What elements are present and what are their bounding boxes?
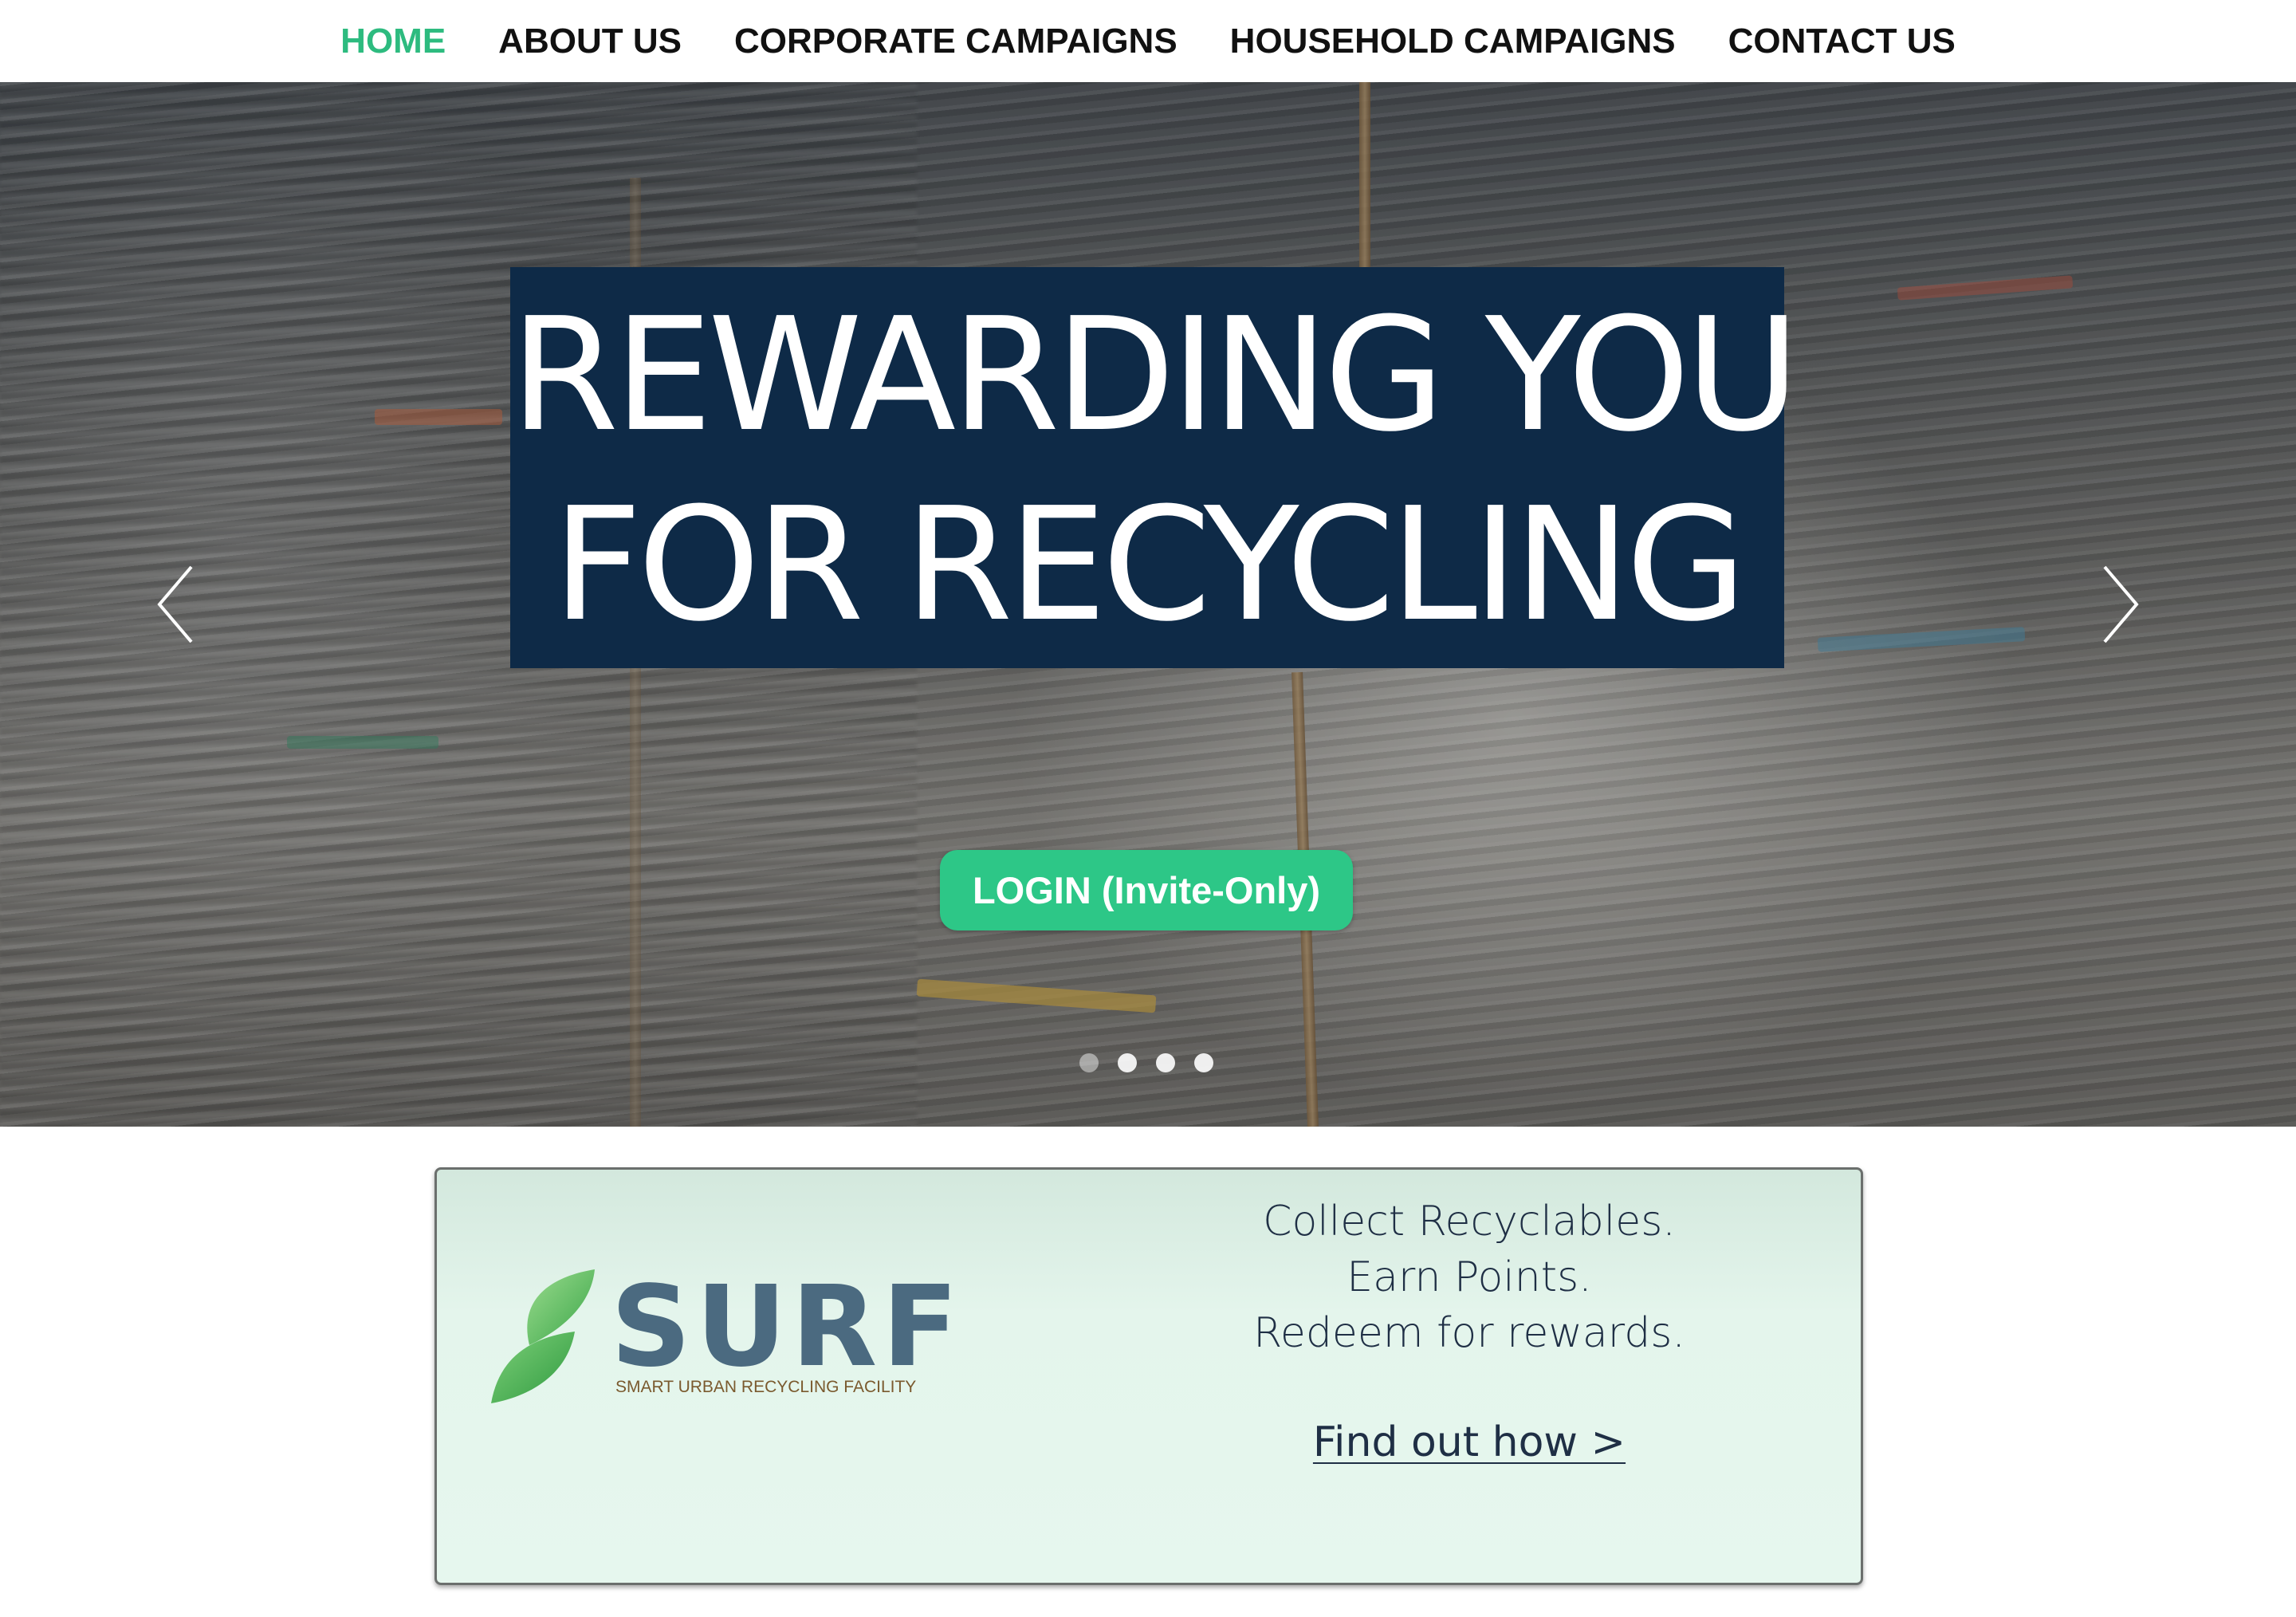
slide-dot-3[interactable] — [1156, 1053, 1175, 1072]
nav-home[interactable]: HOME — [314, 0, 472, 82]
hero-headline: REWARDING YOU FOR RECYCLING — [510, 267, 1800, 668]
nav-household-campaigns[interactable]: HOUSEHOLD CAMPAIGNS — [1204, 0, 1702, 82]
slide-dot-2[interactable] — [1118, 1053, 1137, 1072]
nav-contact-us[interactable]: CONTACT US — [1702, 0, 1982, 82]
find-out-how-link[interactable]: Find out how > — [1234, 1414, 1704, 1470]
card-description: Collect Recyclables. Earn Points. Redeem… — [1234, 1194, 1704, 1361]
hero-headline-line2: FOR RECYCLING — [552, 474, 1747, 656]
slide-dot-4[interactable] — [1194, 1053, 1213, 1072]
card-line-2: Earn Points. — [1347, 1253, 1592, 1301]
surf-logo: SURF SMART URBAN RECYCLING FACILITY — [491, 1268, 958, 1413]
login-button[interactable]: LOGIN (Invite-Only) — [940, 850, 1353, 930]
slide-dot-1[interactable] — [1079, 1053, 1099, 1072]
slideshow-next-button[interactable] — [2097, 561, 2145, 648]
card-line-1: Collect Recyclables. — [1263, 1198, 1676, 1245]
slideshow-pagination — [1079, 1053, 1213, 1072]
card-line-3: Redeem for rewards. — [1253, 1309, 1685, 1357]
main-nav: HOME ABOUT US CORPORATE CAMPAIGNS HOUSEH… — [0, 0, 2296, 82]
hero-headline-line1: REWARDING YOU — [510, 284, 1800, 466]
leaf-icon — [491, 1269, 595, 1403]
hero-slideshow: REWARDING YOU FOR RECYCLING LOGIN (Invit… — [0, 82, 2296, 1127]
nav-corporate-campaigns[interactable]: CORPORATE CAMPAIGNS — [708, 0, 1204, 82]
slideshow-prev-button[interactable] — [151, 561, 199, 648]
logo-tagline: SMART URBAN RECYCLING FACILITY — [615, 1378, 917, 1396]
chevron-right-icon — [2103, 565, 2139, 643]
logo-wordmark: SURF — [611, 1262, 963, 1392]
chevron-left-icon — [157, 565, 193, 643]
surf-info-card: SURF SMART URBAN RECYCLING FACILITY Coll… — [434, 1167, 1863, 1585]
nav-about-us[interactable]: ABOUT US — [472, 0, 708, 82]
